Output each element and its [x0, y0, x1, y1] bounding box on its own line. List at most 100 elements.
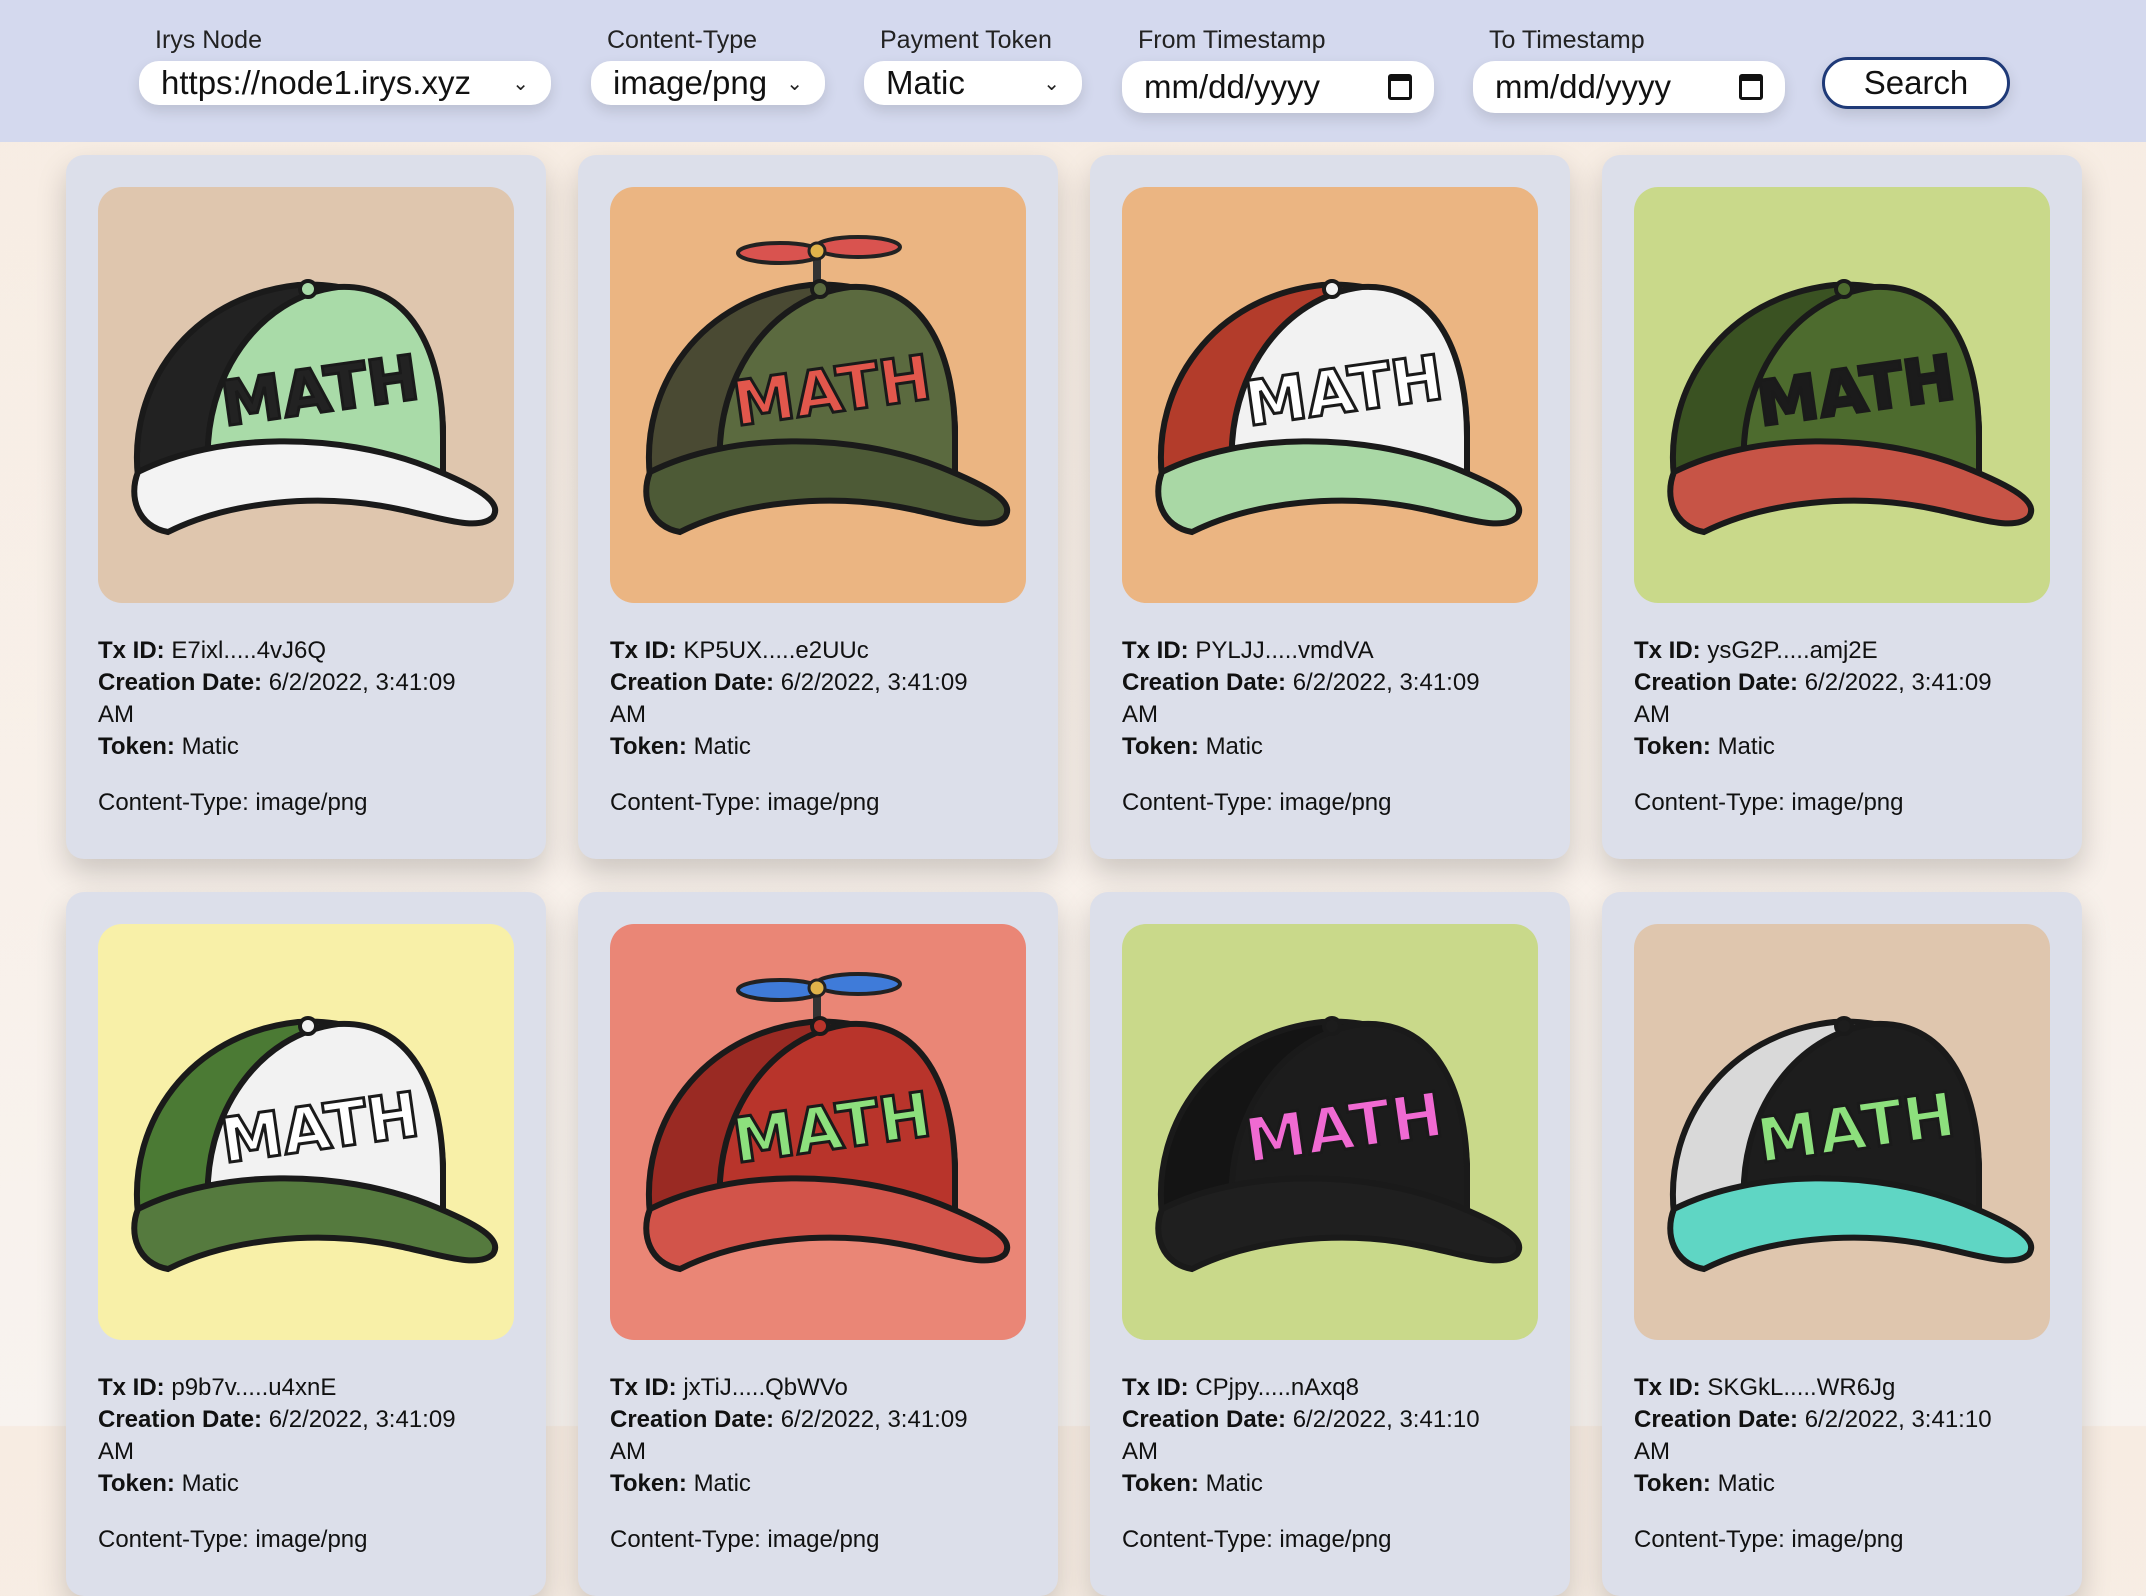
- content-type-select[interactable]: image/png ⌄: [591, 61, 825, 105]
- content-type-prefix: Content-Type:: [610, 789, 768, 816]
- result-card[interactable]: MATH Tx ID: ysG2P.....amj2E Creation Dat…: [1602, 155, 2082, 859]
- chevron-down-icon: ⌄: [786, 72, 803, 95]
- to-timestamp-field: To Timestamp mm/dd/yyyy: [1473, 26, 1785, 113]
- card-meta: Tx ID: SKGkL.....WR6Jg Creation Date: 6/…: [1634, 1372, 2050, 1556]
- from-timestamp-label: From Timestamp: [1138, 26, 1326, 54]
- creation-date-ampm: AM: [1634, 701, 1670, 728]
- payment-token-value: Matic: [886, 64, 965, 101]
- content-type-label: Content-Type: [607, 26, 758, 54]
- content-type-line: Content-Type: image/png: [1122, 1524, 1538, 1556]
- tx-id-label: Tx ID:: [1122, 1374, 1189, 1401]
- creation-date-label: Creation Date:: [1634, 669, 1799, 696]
- creation-date-line: Creation Date: 6/2/2022, 3:41:09 AM: [98, 1404, 514, 1468]
- card-meta: Tx ID: ysG2P.....amj2E Creation Date: 6/…: [1634, 635, 2050, 819]
- to-timestamp-value: mm/dd/yyyy: [1495, 68, 1672, 105]
- creation-date-label: Creation Date:: [98, 669, 263, 696]
- tx-id-value: CPjpy.....nAxq8: [1195, 1374, 1359, 1401]
- creation-date-label: Creation Date:: [610, 669, 775, 696]
- token-line: Token: Matic: [98, 731, 514, 763]
- hat-image[interactable]: MATH: [1122, 187, 1538, 603]
- tx-id-line: Tx ID: p9b7v.....u4xnE: [98, 1372, 514, 1404]
- card-meta: Tx ID: PYLJJ.....vmdVA Creation Date: 6/…: [1122, 635, 1538, 819]
- content-type-line: Content-Type: image/png: [98, 1524, 514, 1556]
- creation-date-value: 6/2/2022, 3:41:09: [1804, 669, 1992, 696]
- creation-date-label: Creation Date:: [1634, 1406, 1799, 1433]
- token-label: Token:: [610, 733, 687, 760]
- card-meta: Tx ID: E7ixl.....4vJ6Q Creation Date: 6/…: [98, 635, 514, 819]
- content-type-value: image/png: [1791, 789, 1904, 816]
- token-label: Token:: [1122, 733, 1199, 760]
- from-timestamp-field: From Timestamp mm/dd/yyyy: [1122, 26, 1434, 113]
- content-type-line: Content-Type: image/png: [1634, 1524, 2050, 1556]
- node-select[interactable]: https://node1.irys.xyz ⌄: [139, 61, 551, 105]
- tx-id-value: PYLJJ.....vmdVA: [1195, 637, 1374, 664]
- creation-date-line: Creation Date: 6/2/2022, 3:41:10 AM: [1634, 1404, 2050, 1468]
- content-type-line: Content-Type: image/png: [1122, 787, 1538, 819]
- content-type-prefix: Content-Type:: [610, 1526, 768, 1553]
- creation-date-value: 6/2/2022, 3:41:09: [780, 1406, 968, 1433]
- token-label: Token:: [610, 1470, 687, 1497]
- filter-bar: Irys Node https://node1.irys.xyz ⌄ Conte…: [0, 0, 2146, 142]
- tx-id-line: Tx ID: PYLJJ.....vmdVA: [1122, 635, 1538, 667]
- hat-image[interactable]: MATH: [1634, 924, 2050, 1340]
- creation-date-ampm: AM: [98, 701, 134, 728]
- result-card[interactable]: MATH Tx ID: E7ixl.....4vJ6Q Creation Dat…: [66, 155, 546, 859]
- tx-id-label: Tx ID:: [1634, 637, 1701, 664]
- content-type-prefix: Content-Type:: [1122, 789, 1280, 816]
- creation-date-value: 6/2/2022, 3:41:09: [268, 1406, 456, 1433]
- hat-image[interactable]: MATH: [610, 924, 1026, 1340]
- hat-image[interactable]: MATH: [98, 924, 514, 1340]
- to-timestamp-input[interactable]: mm/dd/yyyy: [1473, 61, 1785, 113]
- tx-id-label: Tx ID:: [610, 637, 677, 664]
- from-timestamp-input[interactable]: mm/dd/yyyy: [1122, 61, 1434, 113]
- search-button[interactable]: Search: [1822, 57, 2010, 109]
- creation-date-line: Creation Date: 6/2/2022, 3:41:09 AM: [98, 667, 514, 731]
- hat-image[interactable]: MATH: [1634, 187, 2050, 603]
- tx-id-label: Tx ID:: [610, 1374, 677, 1401]
- content-type-line: Content-Type: image/png: [610, 1524, 1026, 1556]
- hat-image[interactable]: MATH: [98, 187, 514, 603]
- tx-id-label: Tx ID:: [98, 1374, 165, 1401]
- hat-image[interactable]: MATH: [1122, 924, 1538, 1340]
- chevron-down-icon: ⌄: [1043, 72, 1060, 95]
- token-line: Token: Matic: [610, 1468, 1026, 1500]
- token-label: Token:: [1122, 1470, 1199, 1497]
- payment-token-field: Payment Token Matic ⌄: [864, 26, 1082, 105]
- content-type-value: image/png: [767, 1526, 880, 1553]
- creation-date-value: 6/2/2022, 3:41:10: [1292, 1406, 1480, 1433]
- content-type-value: image/png: [613, 64, 768, 101]
- calendar-icon[interactable]: [1388, 74, 1412, 100]
- token-value: Matic: [693, 1470, 751, 1497]
- result-card[interactable]: MATH Tx ID: SKGkL.....WR6Jg Creation Dat…: [1602, 892, 2082, 1596]
- result-card[interactable]: MATH Tx ID: PYLJJ.....vmdVA Creation Dat…: [1090, 155, 1570, 859]
- result-card[interactable]: MATH Tx ID: KP5UX.....e2UUc Creation Dat…: [578, 155, 1058, 859]
- creation-date-ampm: AM: [610, 1438, 646, 1465]
- creation-date-line: Creation Date: 6/2/2022, 3:41:09 AM: [610, 667, 1026, 731]
- content-type-line: Content-Type: image/png: [1634, 787, 2050, 819]
- tx-id-line: Tx ID: ysG2P.....amj2E: [1634, 635, 2050, 667]
- payment-token-select[interactable]: Matic ⌄: [864, 61, 1082, 105]
- result-card[interactable]: MATH Tx ID: CPjpy.....nAxq8 Creation Dat…: [1090, 892, 1570, 1596]
- creation-date-label: Creation Date:: [610, 1406, 775, 1433]
- content-type-line: Content-Type: image/png: [98, 787, 514, 819]
- node-field: Irys Node https://node1.irys.xyz ⌄: [139, 26, 551, 105]
- token-label: Token:: [1634, 1470, 1711, 1497]
- calendar-icon[interactable]: [1739, 74, 1763, 100]
- result-card[interactable]: MATH Tx ID: jxTiJ.....QbWVo Creation Dat…: [578, 892, 1058, 1596]
- content-type-prefix: Content-Type:: [1634, 1526, 1792, 1553]
- token-value: Matic: [1205, 1470, 1263, 1497]
- content-type-prefix: Content-Type:: [98, 1526, 256, 1553]
- content-type-prefix: Content-Type:: [98, 789, 256, 816]
- token-value: Matic: [1717, 1470, 1775, 1497]
- creation-date-line: Creation Date: 6/2/2022, 3:41:10 AM: [1122, 1404, 1538, 1468]
- hat-image[interactable]: MATH: [610, 187, 1026, 603]
- tx-id-label: Tx ID:: [1122, 637, 1189, 664]
- result-card[interactable]: MATH Tx ID: p9b7v.....u4xnE Creation Dat…: [66, 892, 546, 1596]
- token-value: Matic: [1205, 733, 1263, 760]
- card-meta: Tx ID: CPjpy.....nAxq8 Creation Date: 6/…: [1122, 1372, 1538, 1556]
- payment-token-label: Payment Token: [880, 26, 1052, 54]
- token-label: Token:: [98, 1470, 175, 1497]
- content-type-prefix: Content-Type:: [1634, 789, 1792, 816]
- creation-date-label: Creation Date:: [1122, 1406, 1287, 1433]
- creation-date-value: 6/2/2022, 3:41:09: [1292, 669, 1480, 696]
